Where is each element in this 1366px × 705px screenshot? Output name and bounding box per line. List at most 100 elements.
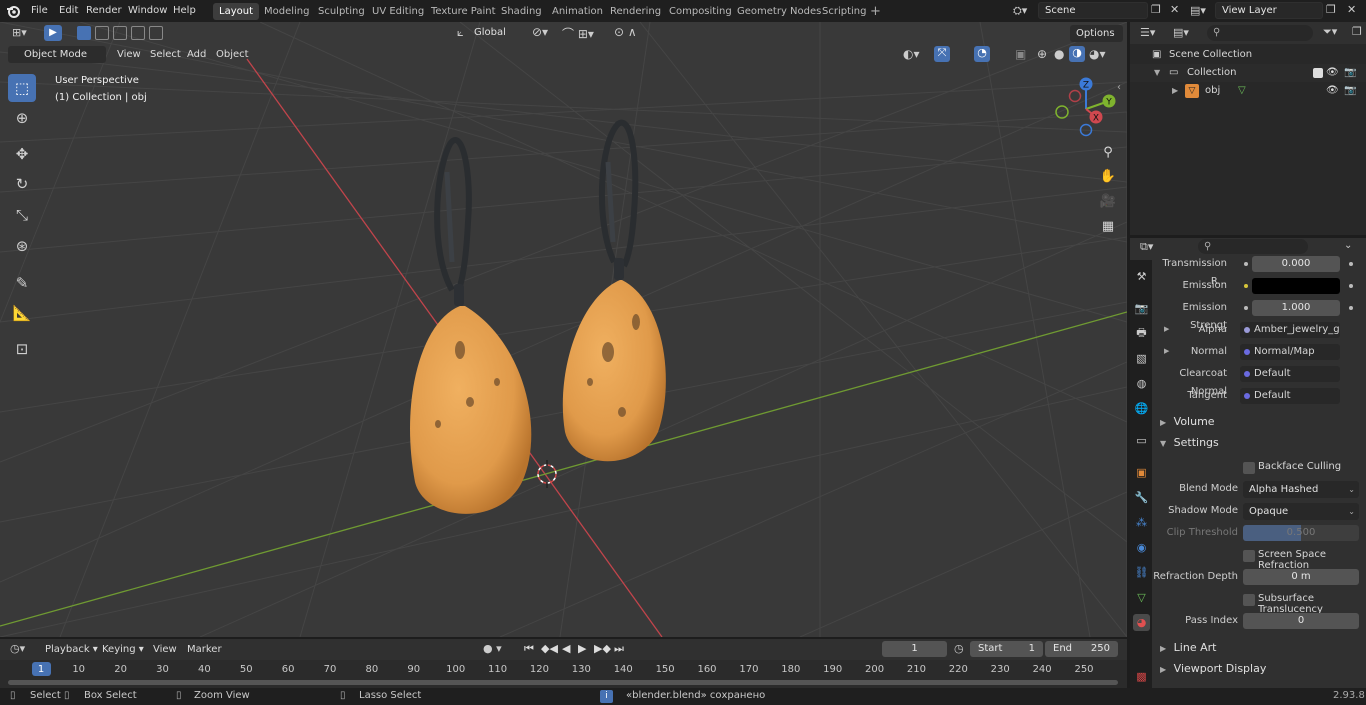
select-mode-subtract-icon[interactable] <box>113 26 127 40</box>
select-mode-extend-icon[interactable] <box>95 26 109 40</box>
collection-visibility-eye-icon[interactable]: 👁 <box>1326 64 1339 82</box>
outliner-row-scene-collection[interactable]: ▣ Scene Collection <box>1130 46 1366 64</box>
menu-file[interactable]: File <box>31 4 48 18</box>
scale-tool[interactable]: ⤡ <box>8 201 36 229</box>
constraints-tab-icon[interactable]: ⛓ <box>1133 564 1150 581</box>
end-frame-field[interactable]: End 250 <box>1045 641 1118 657</box>
marker-menu[interactable]: Marker <box>182 641 227 658</box>
object-mode-dropdown[interactable]: Object Mode <box>8 46 106 63</box>
menu-object[interactable]: Object <box>211 46 254 63</box>
start-frame-field[interactable]: Start 1 <box>970 641 1043 657</box>
outliner-search-input[interactable]: ⚲ <box>1207 25 1313 41</box>
blender-logo-icon[interactable] <box>6 4 20 18</box>
snap-icon[interactable]: ⌒ ⊞▾ <box>562 25 594 42</box>
alpha-link-field[interactable]: Amber_jewelry_geo... <box>1240 322 1340 338</box>
menu-render[interactable]: Render <box>86 4 122 18</box>
options-dropdown[interactable]: Options <box>1070 25 1123 42</box>
scene-name-field[interactable]: Scene <box>1038 2 1148 19</box>
tab-layout[interactable]: Layout <box>213 3 259 20</box>
physics-tab-icon[interactable]: ◉ <box>1133 539 1150 556</box>
transmission-link-dot[interactable] <box>1244 262 1248 266</box>
backface-culling-checkbox[interactable] <box>1243 462 1255 474</box>
select-mode-intersect-icon[interactable] <box>149 26 163 40</box>
volume-panel-header[interactable]: ▶ Volume <box>1152 412 1366 432</box>
new-view-layer-icon[interactable]: ❐ <box>1326 3 1336 16</box>
emission-strength-field[interactable]: 1.000 <box>1252 300 1340 316</box>
move-tool[interactable]: ✥ <box>8 140 36 168</box>
timeline-editor-type-icon[interactable]: ◷▾ <box>10 642 25 655</box>
tool-tab-icon[interactable]: ⚒ <box>1133 268 1150 285</box>
collection-tab-icon[interactable]: ▭ <box>1133 432 1150 449</box>
properties-editor-type-icon[interactable]: ⧉▾ <box>1140 240 1153 254</box>
particles-tab-icon[interactable]: ⁂ <box>1133 514 1150 531</box>
select-mode-new-icon[interactable] <box>77 26 91 40</box>
editor-type-icon[interactable]: ⊞▾ <box>12 26 27 39</box>
menu-edit[interactable]: Edit <box>59 4 78 18</box>
viewport-display-panel-header[interactable]: ▶ Viewport Display <box>1152 659 1366 679</box>
tab-modeling[interactable]: Modeling <box>258 3 316 20</box>
zoom-icon[interactable]: ⚲ <box>1097 141 1119 163</box>
jump-keyframe-forward-icon[interactable]: ▶◆ <box>594 642 611 655</box>
expand-obj-icon[interactable]: ▶ <box>1172 82 1178 100</box>
tab-uv-editing[interactable]: UV Editing <box>366 3 430 20</box>
sidebar-toggle-icon[interactable]: ‹ <box>1117 82 1121 93</box>
add-cube-tool[interactable]: ⊡ <box>8 335 36 363</box>
shadow-mode-dropdown[interactable]: Opaque ⌄ <box>1243 503 1359 520</box>
menu-view[interactable]: View <box>112 46 146 63</box>
scene-tab-icon[interactable]: ◍ <box>1133 375 1150 392</box>
3d-viewport[interactable]: Z Y X ⊞▾ ▶ ⟀ Global ⊘▾ ⌒ ⊞▾ ⊙ ∧ Options … <box>0 22 1127 637</box>
menu-select[interactable]: Select <box>145 46 186 63</box>
transform-tool[interactable]: ⊛ <box>8 232 36 260</box>
tab-compositing[interactable]: Compositing <box>663 3 738 20</box>
normal-link-field[interactable]: Normal/Map <box>1240 344 1340 360</box>
playback-menu[interactable]: Playback ▾ <box>40 641 103 658</box>
jump-end-icon[interactable]: ⏭ <box>614 642 624 656</box>
expand-collection-icon[interactable]: ▼ <box>1154 64 1160 82</box>
emission-strength-link-dot[interactable] <box>1244 306 1248 310</box>
jump-keyframe-back-icon[interactable]: ◆◀ <box>541 642 558 655</box>
menu-add[interactable]: Add <box>182 46 211 63</box>
visibility-icon[interactable]: ◐▾ <box>903 47 920 61</box>
menu-window[interactable]: Window <box>128 4 167 18</box>
tab-rendering[interactable]: Rendering <box>604 3 667 20</box>
auto-keying-icon[interactable]: ● ▾ <box>483 642 502 655</box>
preview-range-icon[interactable]: ◷ <box>954 642 964 655</box>
emission-strength-keyframe-dot[interactable] <box>1349 306 1353 310</box>
display-mode-icon[interactable]: ▤▾ <box>1173 26 1189 39</box>
select-box-tool[interactable]: ⬚ <box>8 74 36 102</box>
emission-color-field[interactable] <box>1252 278 1340 294</box>
obj-visibility-eye-icon[interactable]: 👁 <box>1326 82 1339 100</box>
line-art-panel-header[interactable]: ▶ Line Art <box>1152 638 1366 658</box>
object-tab-icon[interactable]: ▣ <box>1133 464 1150 481</box>
proportional-edit-icon[interactable]: ⊙ ∧ <box>614 25 637 39</box>
outliner-editor-type-icon[interactable]: ☰▾ <box>1140 26 1155 39</box>
view-layer-field[interactable]: View Layer <box>1215 2 1323 19</box>
screen-space-refraction-checkbox[interactable] <box>1243 550 1255 562</box>
mesh-data-icon[interactable]: ▽ <box>1238 82 1246 100</box>
collection-render-camera-icon[interactable]: 📷 <box>1344 64 1356 82</box>
perspective-toggle-icon[interactable]: ▦ <box>1097 215 1119 237</box>
texture-tab-icon[interactable]: ▩ <box>1133 668 1150 685</box>
settings-panel-header[interactable]: ▼ Settings <box>1152 433 1366 453</box>
pivot-point-icon[interactable]: ⊘▾ <box>532 25 548 39</box>
measure-tool[interactable]: 📐 <box>8 299 36 327</box>
properties-options-icon[interactable]: ⌄ <box>1344 240 1352 251</box>
new-collection-icon[interactable]: ❐ <box>1352 25 1362 38</box>
timeline-view-menu[interactable]: View <box>148 641 182 658</box>
tab-shading[interactable]: Shading <box>495 3 548 20</box>
refraction-depth-field[interactable]: 0 m <box>1243 569 1359 585</box>
collection-checkbox-icon[interactable] <box>1313 68 1323 78</box>
filter-icon[interactable]: ⏷▾ <box>1323 25 1337 39</box>
remove-scene-icon[interactable]: ✕ <box>1170 3 1179 16</box>
new-scene-icon[interactable]: ❐ <box>1151 3 1161 16</box>
transmission-field[interactable]: 0.000 <box>1252 256 1340 272</box>
scene-icon[interactable]: ⛭▾ <box>1013 4 1027 18</box>
timeline-scrollbar[interactable] <box>8 680 1118 685</box>
pan-hand-icon[interactable]: ✋ <box>1097 165 1119 187</box>
play-icon[interactable]: ▶ <box>578 642 586 655</box>
shading-solid-icon[interactable]: ● <box>1054 47 1064 61</box>
current-frame-field[interactable]: 1 <box>882 641 947 657</box>
tab-animation[interactable]: Animation <box>546 3 609 20</box>
output-tab-icon[interactable]: 🖶 <box>1133 325 1150 342</box>
select-tool-icon[interactable]: ▶ <box>44 25 62 41</box>
